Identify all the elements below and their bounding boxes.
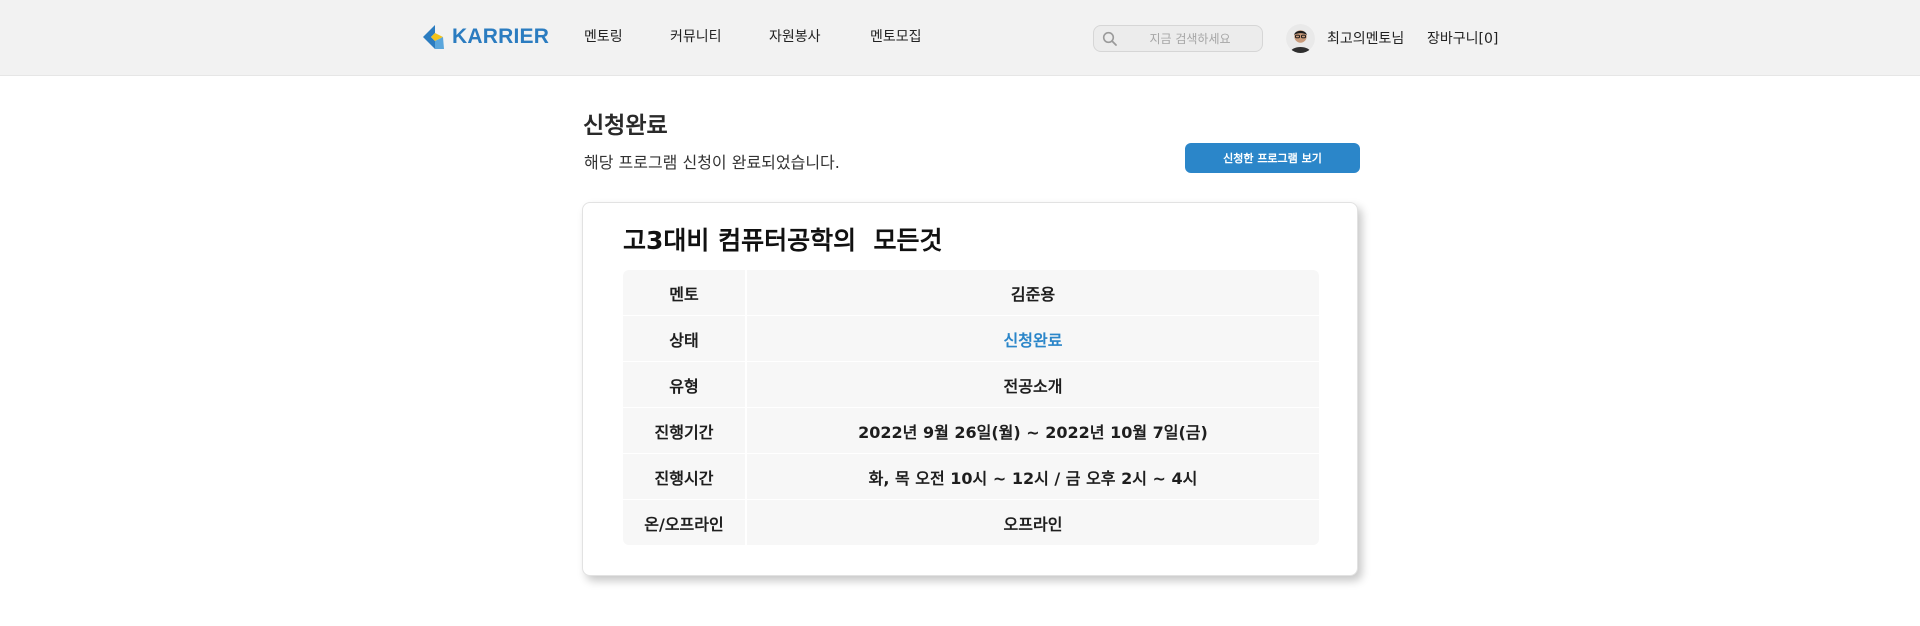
row-label-time: 진행시간 — [623, 454, 745, 499]
row-value-period: 2022년 9월 26일(월) ~ 2022년 10월 7일(금) — [747, 408, 1319, 453]
row-value-mentor: 김준용 — [747, 270, 1319, 315]
status-badge: 신청완료 — [747, 316, 1319, 361]
row-label-mode: 온/오프라인 — [623, 500, 745, 545]
page-title: 신청완료 — [583, 113, 668, 139]
nav-item-volunteer[interactable]: 자원봉사 — [769, 26, 821, 46]
row-label-type: 유형 — [623, 362, 745, 407]
row-label-mentor: 멘토 — [623, 270, 745, 315]
table-row: 상태 신청완료 — [623, 316, 1319, 361]
karrier-logo[interactable]: KARRIER — [422, 24, 549, 50]
nav-item-community[interactable]: 커뮤니티 — [670, 26, 722, 46]
cart-link[interactable]: 장바구니[0] — [1427, 28, 1498, 48]
table-row: 진행기간 2022년 9월 26일(월) ~ 2022년 10월 7일(금) — [623, 408, 1319, 453]
row-value-type: 전공소개 — [747, 362, 1319, 407]
row-value-mode: 오프라인 — [747, 500, 1319, 545]
page-subtitle: 해당 프로그램 신청이 완료되었습니다. — [584, 153, 840, 172]
top-navigation-bar: KARRIER 멘토링 커뮤니티 자원봉사 멘토모집 최고의멘토님 장바구니[0… — [0, 0, 1920, 76]
user-name[interactable]: 최고의멘토님 — [1327, 28, 1404, 48]
row-label-period: 진행기간 — [623, 408, 745, 453]
nav-item-mentor-recruit[interactable]: 멘토모집 — [870, 26, 922, 46]
view-applied-programs-button[interactable]: 신청한 프로그램 보기 — [1185, 143, 1360, 173]
program-card: 고3대비 컴퓨터공학의 모든것 멘토 김준용 상태 신청완료 유형 전공소개 진… — [582, 202, 1358, 576]
table-row: 온/오프라인 오프라인 — [623, 500, 1319, 545]
table-row: 유형 전공소개 — [623, 362, 1319, 407]
row-label-status: 상태 — [623, 316, 745, 361]
nav-item-mentoring[interactable]: 멘토링 — [584, 26, 623, 46]
avatar[interactable] — [1286, 24, 1315, 53]
karrier-logo-icon — [423, 25, 444, 49]
logo-text: KARRIER — [452, 25, 550, 48]
row-value-time: 화, 목 오전 10시 ~ 12시 / 금 오후 2시 ~ 4시 — [747, 454, 1319, 499]
user-avatar-icon — [1286, 24, 1315, 53]
search-box[interactable] — [1093, 25, 1263, 52]
search-icon[interactable] — [1102, 31, 1118, 47]
program-title: 고3대비 컴퓨터공학의 모든것 — [623, 226, 943, 255]
table-row: 멘토 김준용 — [623, 270, 1319, 315]
search-input[interactable] — [1124, 29, 1256, 49]
table-row: 진행시간 화, 목 오전 10시 ~ 12시 / 금 오후 2시 ~ 4시 — [623, 454, 1319, 499]
program-info-table: 멘토 김준용 상태 신청완료 유형 전공소개 진행기간 2022년 9월 26일… — [623, 270, 1319, 545]
